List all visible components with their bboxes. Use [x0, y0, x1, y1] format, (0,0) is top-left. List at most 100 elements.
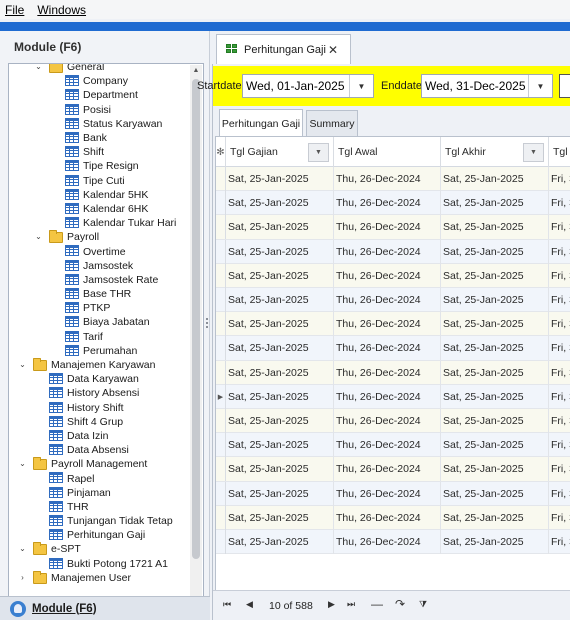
collapse-chevron-icon[interactable]: ⌄	[18, 457, 27, 471]
table-cell[interactable]: Sat, 25-Jan-2025	[226, 530, 334, 554]
collapse-chevron-icon[interactable]: ⌄	[18, 358, 27, 372]
table-cell[interactable]: Fri, 3	[549, 506, 570, 530]
delete-record-icon[interactable]: —	[371, 597, 383, 611]
menu-file[interactable]: File	[0, 3, 31, 17]
tree-folder[interactable]: ⌄ e-SPT	[9, 542, 189, 556]
tree-item[interactable]: Jamsostek	[9, 259, 189, 273]
tree-item[interactable]: History Absensi	[9, 386, 189, 400]
row-indicator[interactable]	[216, 530, 226, 554]
tree-item[interactable]: Tunjangan Tidak Tetap	[9, 514, 189, 528]
table-cell[interactable]: Sat, 25-Jan-2025	[226, 433, 334, 458]
table-cell[interactable]: Thu, 26-Dec-2024	[334, 530, 441, 554]
table-cell[interactable]: Thu, 26-Dec-2024	[334, 409, 441, 433]
table-cell[interactable]: Sat, 25-Jan-2025	[226, 263, 334, 288]
table-cell[interactable]: Sat, 25-Jan-2025	[226, 457, 334, 482]
table-cell[interactable]: Fri, 3	[549, 385, 570, 409]
tree-item[interactable]: Kalendar 5HK	[9, 188, 189, 202]
table-cell[interactable]: Sat, 25-Jan-2025	[441, 239, 549, 264]
menu-windows[interactable]: Windows	[31, 3, 93, 17]
table-cell[interactable]: Fri, 3	[549, 336, 570, 360]
table-cell[interactable]: Thu, 26-Dec-2024	[334, 215, 441, 240]
table-cell[interactable]: Sat, 25-Jan-2025	[226, 505, 334, 530]
tab-summary[interactable]: Summary	[306, 110, 358, 137]
table-cell[interactable]: Sat, 25-Jan-2025	[441, 191, 549, 216]
tree-item[interactable]: Rapel	[9, 471, 189, 485]
table-cell[interactable]: Sat, 25-Jan-2025	[441, 409, 549, 433]
tree-item[interactable]: Base THR	[9, 287, 189, 301]
expand-chevron-icon[interactable]: ›	[18, 571, 27, 585]
table-cell[interactable]: Fri, 3	[549, 240, 570, 264]
tree-item[interactable]: Bank	[9, 131, 189, 145]
table-cell[interactable]: Fri, 3	[549, 264, 570, 288]
table-cell[interactable]: Sat, 25-Jan-2025	[441, 360, 549, 385]
close-icon[interactable]: ✕	[328, 43, 338, 57]
chevron-down-icon[interactable]: ▼	[528, 75, 552, 97]
table-row[interactable]: Sat, 25-Jan-2025 Thu, 26-Dec-2024 Sat, 25-…	[216, 360, 570, 385]
table-row[interactable]: Sat, 25-Jan-2025 Thu, 26-Dec-2024 Sat, 25-…	[216, 312, 570, 337]
tree-item[interactable]: Kalendar Tukar Hari	[9, 216, 189, 230]
column-header-tgl-gajian[interactable]: Tgl Gajian ▼	[226, 137, 334, 167]
tree-item[interactable]: Biaya Jabatan	[9, 315, 189, 329]
table-row[interactable]: Sat, 25-Jan-2025 Thu, 26-Dec-2024 Sat, 25-…	[216, 457, 570, 482]
table-cell[interactable]: Sat, 25-Jan-2025	[441, 457, 549, 482]
table-cell[interactable]: Thu, 26-Dec-2024	[334, 457, 441, 482]
first-record-icon[interactable]: ⏮	[223, 599, 231, 610]
table-cell[interactable]: Fri, 3	[549, 215, 570, 239]
tree-item[interactable]: Company	[9, 74, 189, 88]
row-indicator[interactable]	[216, 481, 226, 506]
table-row[interactable]: ▶ Sat, 25-Jan-2025 Thu, 26-Dec-2024 Sat, 25…	[216, 384, 570, 409]
table-cell[interactable]: Thu, 26-Dec-2024	[334, 288, 441, 312]
filter-dropdown-icon[interactable]: ▼	[523, 143, 544, 162]
table-cell[interactable]: Thu, 26-Dec-2024	[334, 505, 441, 530]
column-header-tgl-tr[interactable]: Tgl Tr	[549, 137, 570, 167]
table-cell[interactable]: Sat, 25-Jan-2025	[226, 336, 334, 361]
table-cell[interactable]: Thu, 26-Dec-2024	[334, 384, 441, 409]
collapse-chevron-icon[interactable]: ⌄	[18, 542, 27, 556]
tree-folder[interactable]: › Manajemen User	[9, 570, 189, 585]
refresh-icon[interactable]: ↷	[395, 597, 405, 611]
table-cell[interactable]: Sat, 25-Jan-2025	[226, 239, 334, 264]
table-row[interactable]: Sat, 25-Jan-2025 Thu, 26-Dec-2024 Sat, 25-…	[216, 239, 570, 264]
panel-splitter[interactable]	[205, 316, 209, 332]
table-cell[interactable]: Thu, 26-Dec-2024	[334, 481, 441, 506]
row-indicator[interactable]: ▶	[216, 384, 226, 409]
table-row[interactable]: Sat, 25-Jan-2025 Thu, 26-Dec-2024 Sat, 25-…	[216, 263, 570, 288]
collapse-chevron-icon[interactable]: ⌄	[34, 64, 43, 74]
tree-folder[interactable]: ⌄ General	[9, 64, 189, 74]
tree-item[interactable]: Department	[9, 88, 189, 102]
tree-item[interactable]: Data Karyawan	[9, 372, 189, 386]
table-cell[interactable]: Sat, 25-Jan-2025	[441, 167, 549, 191]
collapse-chevron-icon[interactable]: ⌄	[34, 230, 43, 244]
scroll-up-icon[interactable]: ▲	[190, 65, 202, 77]
table-cell[interactable]: Thu, 26-Dec-2024	[334, 312, 441, 337]
row-indicator[interactable]	[216, 191, 226, 216]
tab-perhitungan-gaji[interactable]: Perhitungan Gaji ✕	[216, 34, 351, 64]
table-row[interactable]: Sat, 25-Jan-2025 Thu, 26-Dec-2024 Sat, 25-…	[216, 505, 570, 530]
table-cell[interactable]: Sat, 25-Jan-2025	[441, 288, 549, 312]
tree-item[interactable]: History Shift	[9, 401, 189, 415]
filter-dropdown-icon[interactable]: ▼	[308, 143, 329, 162]
table-row[interactable]: Sat, 25-Jan-2025 Thu, 26-Dec-2024 Sat, 25-…	[216, 215, 570, 240]
table-cell[interactable]: Fri, 3	[549, 312, 570, 336]
table-cell[interactable]: Sat, 25-Jan-2025	[226, 312, 334, 337]
tree-item[interactable]: Shift 4 Grup	[9, 415, 189, 429]
table-cell[interactable]: Fri, 3	[549, 288, 570, 312]
table-cell[interactable]: Sat, 25-Jan-2025	[226, 191, 334, 216]
row-indicator[interactable]	[216, 167, 226, 191]
row-indicator[interactable]	[216, 433, 226, 458]
row-indicator[interactable]	[216, 457, 226, 482]
filter-funnel-icon[interactable]: ⧩	[419, 599, 427, 610]
table-cell[interactable]: Sat, 25-Jan-2025	[226, 409, 334, 433]
tree-scrollbar-thumb[interactable]	[192, 79, 200, 559]
table-row[interactable]: Sat, 25-Jan-2025 Thu, 26-Dec-2024 Sat, 25-…	[216, 288, 570, 313]
table-cell[interactable]: Sat, 25-Jan-2025	[441, 505, 549, 530]
tree-folder[interactable]: ⌄ Payroll Management	[9, 457, 189, 471]
tree-item[interactable]: Posisi	[9, 103, 189, 117]
tree-item[interactable]: Kalendar 6HK	[9, 202, 189, 216]
tree-item[interactable]: Tipe Resign	[9, 159, 189, 173]
row-indicator[interactable]	[216, 239, 226, 264]
tree-item[interactable]: Status Karyawan	[9, 117, 189, 131]
row-indicator[interactable]	[216, 288, 226, 312]
tree-item[interactable]: Jamsostek Rate	[9, 273, 189, 287]
tree-item[interactable]: Overtime	[9, 244, 189, 258]
